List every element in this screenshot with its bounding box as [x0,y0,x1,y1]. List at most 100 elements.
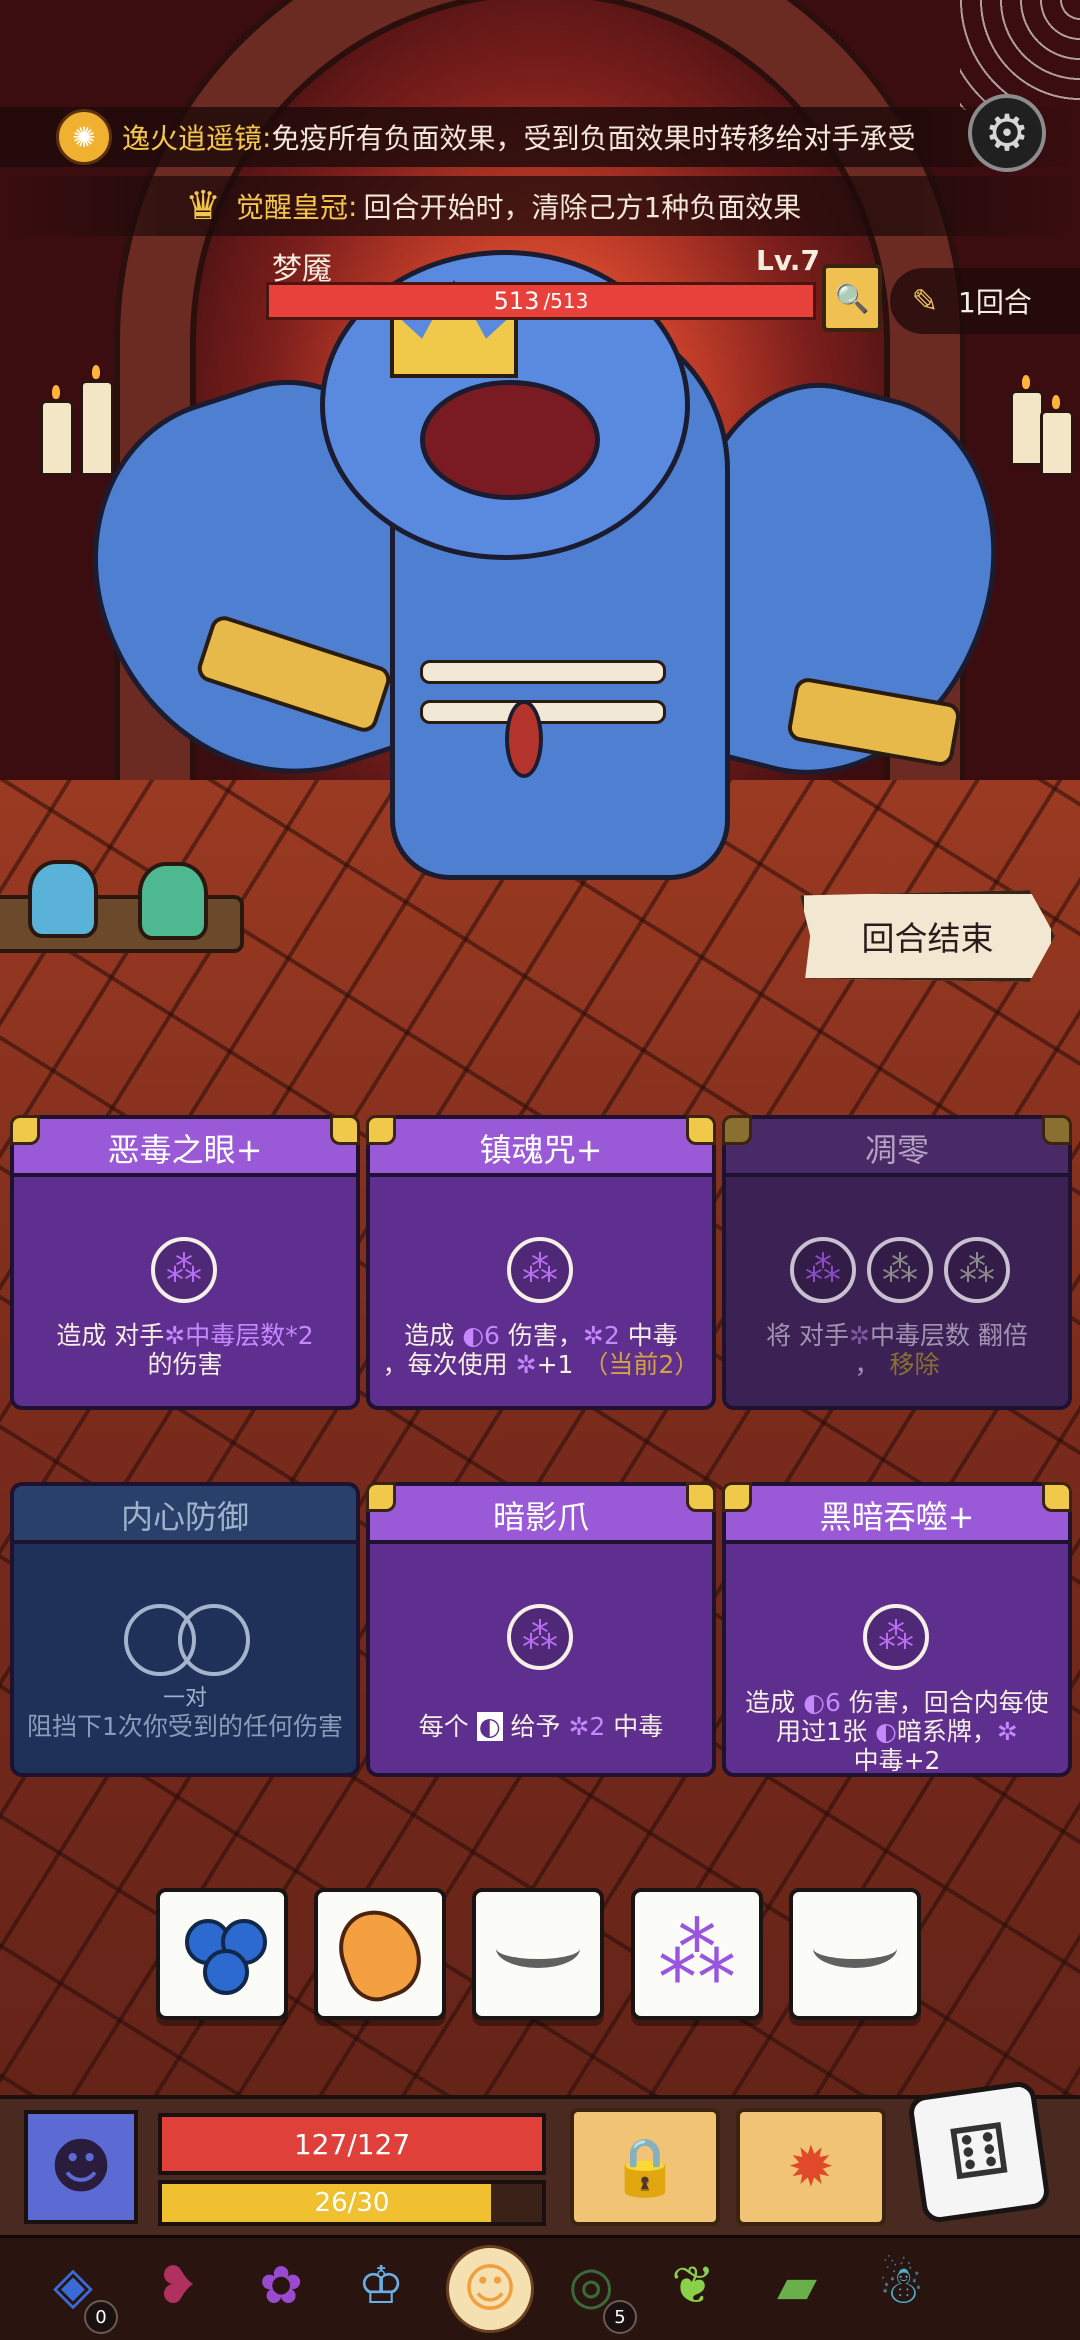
moon-icon: ◐ [803,1688,825,1717]
boss-hp-bar: 513 /513 [266,282,816,320]
poison-icon: ✲ [849,1321,870,1350]
die-closed-eye[interactable] [472,1888,604,2020]
card-inner-defense[interactable]: 内心防御 一对 阻挡下1次你受到的任何伤害 [10,1482,360,1777]
poison-value: ✲2 [582,1321,620,1350]
buff-row-crown: ♛ 觉醒皇冠 : 回合开始时，清除己方1种负面效果 [0,176,1080,236]
die-grapes[interactable]: ⁂ [631,1888,763,2020]
card-body: ⁂ ⁂ ⁂ 将 对手✲中毒层数 翻倍 ， 移除 [722,1173,1072,1410]
card-corner [330,1115,360,1145]
dice-slot[interactable]: ⁂ [790,1237,856,1303]
card-dark-devour[interactable]: 黑暗吞噬+ ⁂ 造成 ◐6 伤害，回合内每使用过1张 ◐暗系牌，✲ 中毒+2 [722,1482,1072,1777]
boss-level: Lv.7 [756,244,820,277]
card-description: 每个 ◐ 给予 ✲2 中毒 [380,1712,702,1741]
dice-slot[interactable]: ⁂ [507,1237,573,1303]
grape-icon: ⁂ [882,1249,918,1290]
round-label: 1回合 [958,286,1032,319]
die-blueberries[interactable] [156,1888,288,2020]
grape-icon: ⁂ [959,1249,995,1290]
dice-slot[interactable]: ⁂ [507,1604,573,1670]
green-leaves-relic-icon[interactable]: ❦ [652,2245,734,2327]
moon-icon: ◐ [875,1717,897,1746]
text: 造成 [404,1321,463,1350]
spiderweb [960,0,1080,110]
dice-slot[interactable]: ⁂ [867,1237,933,1303]
blue-ghost-relic-icon[interactable]: ☃ [860,2245,942,2327]
text: ，每次使用 [382,1350,516,1379]
card-corner [1042,1115,1072,1145]
text: 造成 [745,1688,804,1717]
card-corner [686,1115,716,1145]
card-title: 黑暗吞噬+ [722,1482,1072,1544]
mirror-relic-icon[interactable]: ✺ [56,109,112,165]
buff-name: 逸火逍遥镜 [122,122,263,155]
card-corner [366,1482,396,1512]
text: 的伤害 [147,1350,223,1379]
text: 中毒 [605,1712,664,1741]
card-soul-curse[interactable]: 镇魂咒+ ⁂ 造成 ◐6 伤害，✲2 中毒 ，每次使用 ✲+1 （当前2） [366,1115,716,1410]
card-title: 镇魂咒+ [366,1115,716,1177]
card-shadow-claw[interactable]: 暗影爪 ⁂ 每个 ◐ 给予 ✲2 中毒 [366,1482,716,1777]
text: 每个 [418,1712,477,1741]
card-body: ⁂ 造成 ◐6 伤害，✲2 中毒 ，每次使用 ✲+1 （当前2） [366,1173,716,1410]
roll-dice-button[interactable]: ⚅ [906,2079,1052,2225]
buff-description: 回合开始时，清除己方1种负面效果 [363,191,802,224]
card-body: 一对 阻挡下1次你受到的任何伤害 [10,1540,360,1777]
burst-skill-button[interactable]: ✹ [736,2108,886,2226]
text: ， [854,1350,880,1379]
player-avatar[interactable]: ☻ [24,2110,138,2224]
card-description: 造成 ◐6 伤害，✲2 中毒 ，每次使用 ✲+1 （当前2） [380,1321,702,1379]
grape-icon: ⁂ [805,1249,841,1290]
card-corner [10,1115,40,1145]
magnifier-book-icon[interactable]: 🔍 [822,264,882,332]
grape-icon: ⁂ [166,1249,202,1290]
monster-rib [420,660,666,684]
green-scroll-relic-icon[interactable]: ▰ [756,2245,838,2327]
card-title: 暗影爪 [366,1482,716,1544]
buff-name: 觉醒皇冠 [236,191,349,224]
scroll-icon: ✎ [911,282,939,320]
text: 中毒层数 翻倍 [869,1321,1028,1350]
boss-hp-value: 513 [493,287,540,315]
pair-label: 一对 [162,1686,207,1711]
card-corner [722,1115,752,1145]
card-description: 造成 ◐6 伤害，回合内每使用过1张 ◐暗系牌，✲ 中毒+2 [736,1688,1058,1775]
player-energy-bar: 26/30 [158,2180,546,2226]
poison-icon: ✲ [515,1350,537,1379]
card-body: ⁂ 造成 对手✲中毒层数*2 的伤害 [10,1173,360,1410]
card-wither[interactable]: 凋零 ⁂ ⁂ ⁂ 将 对手✲中毒层数 翻倍 ， 移除 [722,1115,1072,1410]
text: 中毒 [619,1321,678,1350]
nightmare-monster[interactable] [48,230,1033,930]
golden-mask-relic-icon[interactable]: ☺ [446,2245,534,2333]
blue-potion-icon[interactable] [28,860,98,938]
dice-slot[interactable]: ⁂ [863,1604,929,1670]
grape-icon: ⁂ [522,1249,558,1290]
lock-icon: 🔒 [610,2135,680,2200]
text: +1 [536,1350,574,1379]
moon-icon: ◐ [476,1712,503,1741]
card-description: 阻挡下1次你受到的任何伤害 [27,1712,343,1741]
text: 给予 [502,1712,569,1741]
die-closed-eye[interactable] [789,1888,921,2020]
broken-heart-relic-icon[interactable]: ❥ [136,2245,218,2327]
purple-apple-relic-icon[interactable]: ✿ [240,2245,322,2327]
die-orange[interactable] [314,1888,446,2020]
lock-skill-button[interactable]: 🔒 [570,2108,720,2226]
card-title: 凋零 [722,1115,1072,1177]
card-corner [1042,1482,1072,1512]
dice-slot[interactable]: ⁂ [151,1237,217,1303]
player-hp-bar: 127/127 [158,2113,546,2175]
damage-value: 6 [484,1321,500,1350]
end-turn-button[interactable]: 回合结束 [800,890,1055,982]
ice-crown-relic-icon[interactable]: ♔ [340,2245,422,2327]
grape-icon: ⁂ [878,1616,914,1657]
blueberries-icon [185,1919,267,1995]
settings-gear-icon[interactable]: ⚙ [968,94,1046,172]
green-potion-icon[interactable] [138,862,208,940]
pair-slot[interactable] [124,1604,250,1676]
card-vicious-eye[interactable]: 恶毒之眼+ ⁂ 造成 对手✲中毒层数*2 的伤害 [10,1115,360,1410]
buff-description: 免疫所有负面效果，受到负面效果时转移给对手承受 [271,122,916,155]
round-counter: ✎ 1回合 [890,268,1080,334]
dice-icon: ⚅ [943,2107,1015,2197]
dice-slot[interactable]: ⁂ [944,1237,1010,1303]
crown-relic-icon[interactable]: ♛ [178,181,228,231]
